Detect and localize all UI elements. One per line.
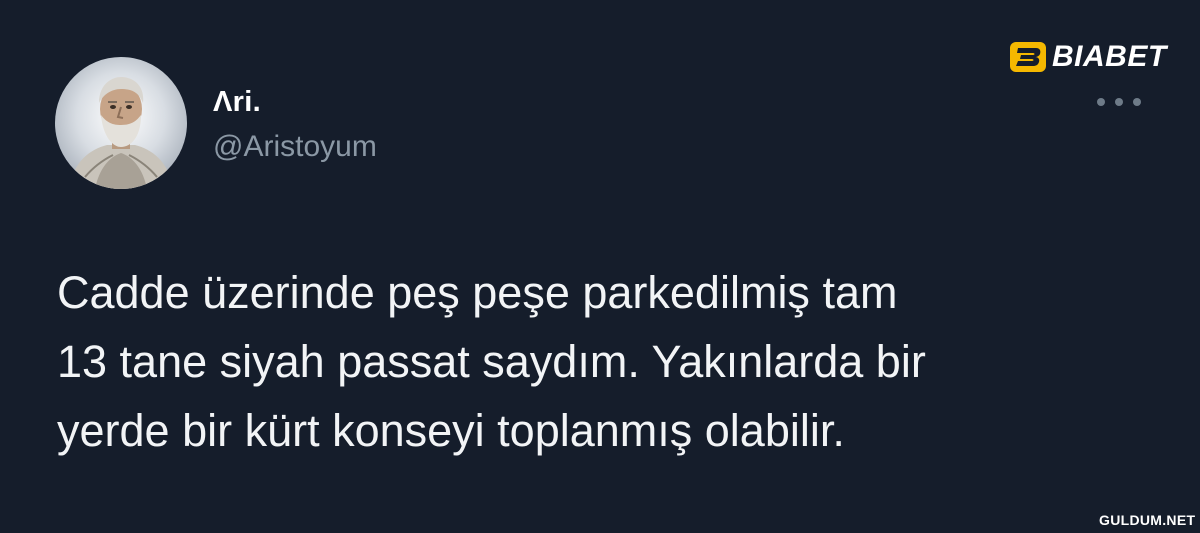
tweet-screenshot: Λri. @Aristoyum BIABET Cadde üzerinde pe… xyxy=(0,0,1200,533)
tweet-body: Cadde üzerinde peş peşe parkedilmiş tam … xyxy=(57,258,1167,465)
biabet-logo-icon xyxy=(1010,42,1046,72)
philosopher-bust-icon xyxy=(69,77,173,189)
brand-logo: BIABET xyxy=(1010,40,1167,74)
author-display-name[interactable]: Λri. xyxy=(213,86,261,119)
author-avatar[interactable] xyxy=(55,57,187,189)
dot xyxy=(1133,98,1141,106)
tweet-line: yerde bir kürt konseyi toplanmış olabili… xyxy=(57,405,845,456)
dot xyxy=(1115,98,1123,106)
brand-name: BIABET xyxy=(1052,40,1167,73)
dot xyxy=(1097,98,1105,106)
tweet-line: 13 tane siyah passat saydım. Yakınlarda … xyxy=(57,336,926,387)
more-options-icon[interactable] xyxy=(1097,92,1141,112)
site-watermark: GULDUM.NET xyxy=(1099,512,1196,528)
tweet-line: Cadde üzerinde peş peşe parkedilmiş tam xyxy=(57,267,898,318)
author-handle[interactable]: @Aristoyum xyxy=(213,130,377,164)
